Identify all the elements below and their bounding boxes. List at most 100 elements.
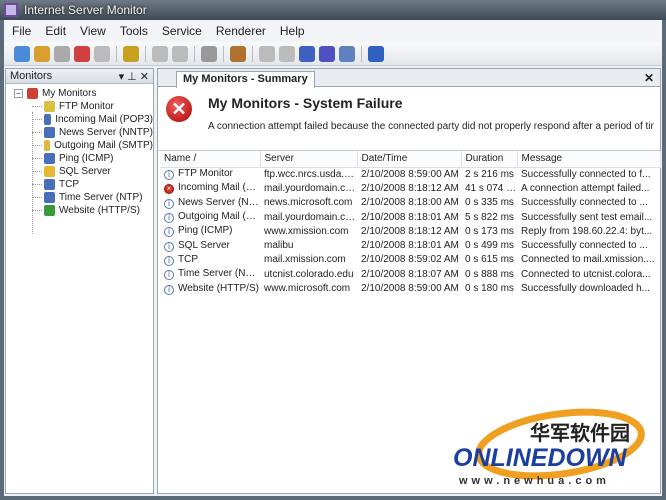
tree-item[interactable]: Website (HTTP/S)	[14, 204, 153, 217]
menu-help[interactable]: Help	[280, 24, 305, 38]
cell-duration: 0 s 173 ms	[465, 225, 514, 237]
cell-message: Successfully downloaded h...	[521, 283, 650, 295]
toolbar-button-icon[interactable]	[34, 45, 50, 62]
tree-item[interactable]: FTP Monitor	[14, 100, 153, 113]
cell-name: Outgoing Mail (SMTP)	[178, 211, 260, 223]
cell-message: Successfully connected to ...	[521, 197, 648, 209]
tree-root[interactable]: − My Monitors	[14, 87, 153, 100]
menu-renderer[interactable]: Renderer	[216, 24, 266, 38]
cell-name: News Server (NNTP)	[178, 196, 260, 208]
tree-item[interactable]: Outgoing Mail (SMTP)	[14, 139, 153, 152]
tree-item-label: FTP Monitor	[59, 101, 114, 112]
table-row[interactable]: i News Server (NNTP) news.microsoft.com 2/1…	[160, 196, 660, 210]
panel-title: Monitors	[10, 70, 53, 82]
menu-view[interactable]: View	[80, 24, 106, 38]
toolbar-button-icon[interactable]	[259, 45, 275, 62]
menu-tools[interactable]: Tools	[120, 24, 148, 38]
error-icon: ✕	[166, 96, 192, 122]
table-row[interactable]: i Website (HTTP/S) www.microsoft.com 2/10/2…	[160, 281, 660, 295]
column-header[interactable]: Date/Time	[357, 151, 462, 168]
info-icon: i	[164, 227, 174, 238]
tree-item-label: SQL Server	[59, 166, 111, 177]
table-row[interactable]: i TCP mail.xmission.com 2/10/2008 8:59:02 A…	[160, 253, 660, 267]
tree-item[interactable]: News Server (NNTP)	[14, 126, 153, 139]
column-header[interactable]: Server	[260, 151, 358, 168]
error-icon: ×	[164, 184, 174, 195]
monitors-icon	[27, 88, 38, 99]
menu-service[interactable]: Service	[162, 24, 202, 38]
info-icon: i	[164, 198, 174, 209]
cell-name: Time Server (NTP)	[178, 268, 260, 280]
cell-name: Ping (ICMP)	[178, 225, 233, 237]
cell-duration: 2 s 216 ms	[465, 168, 514, 180]
cell-server: www.microsoft.com	[264, 283, 351, 295]
monitor-icon	[44, 166, 55, 177]
monitor-icon	[44, 205, 55, 216]
toolbar-button-icon[interactable]	[74, 45, 90, 62]
toolbar-button-icon[interactable]	[123, 45, 139, 62]
toolbar-button-icon[interactable]	[54, 45, 70, 62]
toolbar-separator	[223, 45, 224, 62]
cell-datetime: 2/10/2008 8:18:00 AM	[361, 197, 459, 209]
toolbar-button-icon[interactable]	[14, 45, 30, 62]
cell-message: Successfully connected to ...	[521, 240, 648, 252]
table-row[interactable]: i Ping (ICMP) www.xmission.com 2/10/2008 8:…	[160, 224, 660, 238]
cell-message: Reply from 198.60.22.4: byt...	[521, 225, 653, 237]
cell-server: mail.yourdomain.com	[264, 182, 357, 194]
tree-item[interactable]: Ping (ICMP)	[14, 152, 153, 165]
table-row[interactable]: i SQL Server malibu 2/10/2008 8:18:01 AM 0 s…	[160, 238, 660, 252]
menu-file[interactable]: File	[12, 24, 31, 38]
cell-name: Incoming Mail (POP3)	[178, 182, 260, 194]
cell-message: Connected to mail.xmission....	[521, 254, 655, 266]
cell-datetime: 2/10/2008 8:18:12 AM	[361, 225, 459, 237]
monitor-icon	[44, 192, 55, 203]
toolbar-separator	[194, 45, 195, 62]
monitor-icon	[44, 179, 55, 190]
toolbar-button-icon[interactable]	[94, 45, 110, 62]
info-icon: i	[164, 255, 174, 266]
cell-server: utcnist.colorado.edu	[264, 268, 354, 280]
summary-title: My Monitors - System Failure	[208, 95, 403, 111]
toolbar-button-icon[interactable]	[299, 45, 315, 62]
panel-controls[interactable]: ▾ ⊥ ✕	[119, 70, 149, 83]
toolbar-button-icon[interactable]	[152, 45, 168, 62]
close-tab-icon[interactable]: ✕	[644, 71, 654, 85]
tree-item-label: News Server (NNTP)	[59, 127, 153, 138]
tree-item[interactable]: Incoming Mail (POP3)	[14, 113, 153, 126]
table-row[interactable]: i Time Server (NTP) utcnist.colorado.edu 2/…	[160, 267, 660, 281]
tab-summary[interactable]: My Monitors - Summary	[176, 71, 315, 88]
cell-server: mail.yourdomain.com	[264, 211, 357, 223]
table-row[interactable]: i Outgoing Mail (SMTP) mail.yourdomain.com…	[160, 210, 660, 224]
tree-item[interactable]: Time Server (NTP)	[14, 191, 153, 204]
column-header[interactable]: Duration	[461, 151, 518, 168]
tree-item-label: Incoming Mail (POP3)	[55, 114, 153, 125]
cell-server: mail.xmission.com	[264, 254, 346, 266]
menu-edit[interactable]: Edit	[45, 24, 66, 38]
column-header[interactable]: Name /	[160, 151, 261, 168]
toolbar-button-icon[interactable]	[319, 45, 335, 62]
tree-item[interactable]: TCP	[14, 178, 153, 191]
column-header[interactable]: Message	[517, 151, 661, 168]
toolbar-separator	[361, 45, 362, 62]
table-row[interactable]: i FTP Monitor ftp.wcc.nrcs.usda.gov 2/10/20…	[160, 167, 660, 181]
tree-item-label: Time Server (NTP)	[59, 192, 143, 203]
info-icon: i	[164, 213, 174, 224]
cell-duration: 0 s 180 ms	[465, 283, 514, 295]
toolbar-button-icon[interactable]	[230, 45, 246, 62]
info-icon: i	[164, 170, 174, 181]
collapse-icon[interactable]: −	[14, 89, 23, 98]
tree-item-label: Website (HTTP/S)	[59, 205, 140, 216]
cell-message: Successfully connected to f...	[521, 168, 651, 180]
monitor-tree: − My Monitors FTP Monitor Incoming Mail (P…	[6, 84, 153, 234]
monitor-icon	[44, 153, 55, 164]
toolbar-button-icon[interactable]	[201, 45, 217, 62]
toolbar-button-icon[interactable]	[368, 45, 384, 62]
tree-item[interactable]: SQL Server	[14, 165, 153, 178]
cell-datetime: 2/10/2008 8:59:02 AM	[361, 254, 459, 266]
cell-message: Successfully sent test email...	[521, 211, 653, 223]
toolbar-button-icon[interactable]	[339, 45, 355, 62]
cell-duration: 41 s 074 ms	[465, 182, 517, 194]
toolbar-button-icon[interactable]	[279, 45, 295, 62]
toolbar-button-icon[interactable]	[172, 45, 188, 62]
table-row[interactable]: × Incoming Mail (POP3) mail.yourdomain.com…	[160, 181, 660, 195]
